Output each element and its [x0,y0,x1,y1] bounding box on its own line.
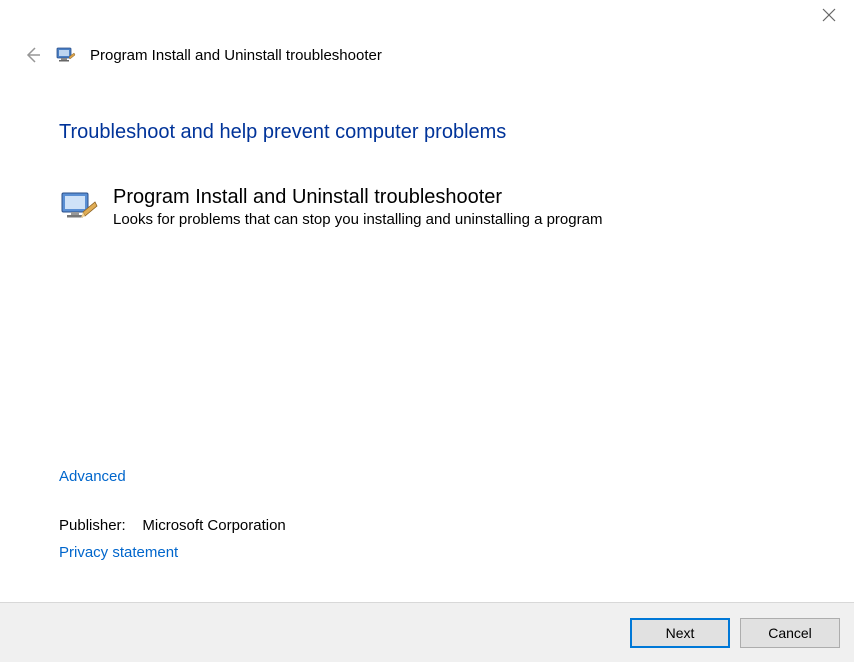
next-button[interactable]: Next [630,618,730,648]
back-arrow-icon[interactable] [22,45,42,65]
publisher-row: Publisher: Microsoft Corporation [59,517,759,534]
troubleshooter-name: Program Install and Uninstall troublesho… [113,186,602,209]
window-title: Program Install and Uninstall troublesho… [90,47,382,64]
troubleshooter-header-icon [56,45,76,65]
troubleshooter-block: Program Install and Uninstall troublesho… [59,186,804,228]
button-bar: Next Cancel [0,602,854,662]
advanced-link[interactable]: Advanced [59,468,126,485]
lower-links: Advanced Publisher: Microsoft Corporatio… [59,468,759,562]
close-icon[interactable] [822,8,836,22]
troubleshooter-text: Program Install and Uninstall troublesho… [113,186,602,228]
titlebar [0,0,854,35]
content-area: Troubleshoot and help prevent computer p… [0,65,854,228]
publisher-value: Microsoft Corporation [142,517,285,534]
publisher-label: Publisher: [59,517,126,534]
page-heading: Troubleshoot and help prevent computer p… [59,121,804,144]
cancel-button[interactable]: Cancel [740,618,840,648]
privacy-statement-link[interactable]: Privacy statement [59,544,178,561]
troubleshooter-description: Looks for problems that can stop you ins… [113,211,602,228]
header-row: Program Install and Uninstall troublesho… [0,35,854,65]
troubleshooter-icon [59,188,99,228]
